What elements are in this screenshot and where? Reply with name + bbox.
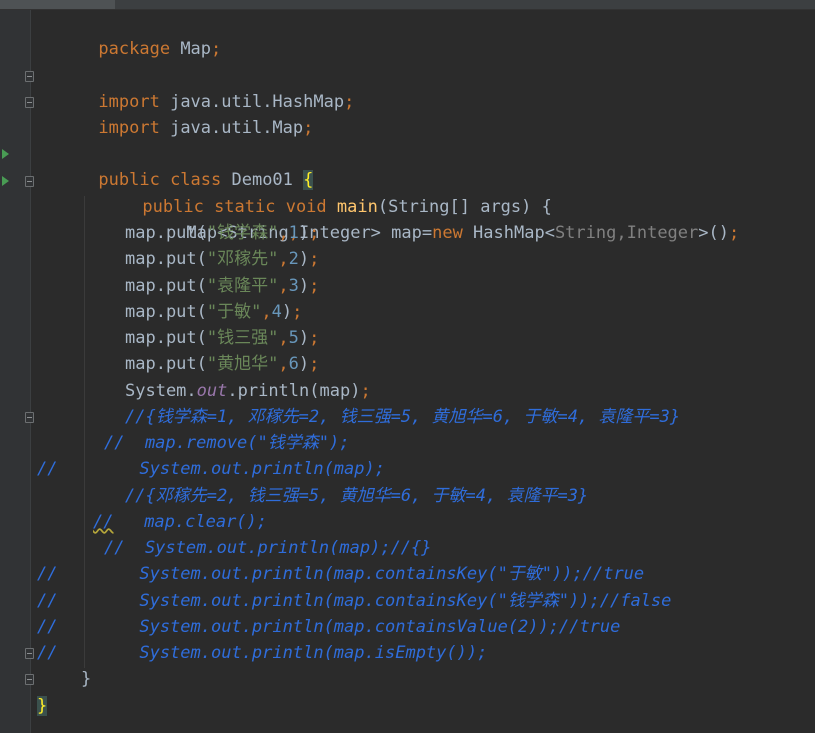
paren: ): [298, 223, 310, 243]
fold-marker-icon[interactable]: [25, 674, 34, 685]
code-line-import-map: import java.util.Map;: [0, 89, 815, 138]
run-main-icon[interactable]: [2, 176, 9, 186]
comment-text: // map.remove("钱学森");: [104, 433, 350, 453]
punctuation: ;: [309, 223, 320, 243]
string-literal: "袁隆平": [206, 276, 279, 296]
code-line-comment: // map.clear();: [0, 509, 815, 535]
fold-marker-icon[interactable]: [25, 412, 34, 423]
active-file-tab[interactable]: [0, 0, 115, 9]
identifier: java.util.Map: [159, 118, 304, 138]
method-call: map.put(: [125, 223, 207, 243]
editor-tab-bar: [0, 0, 815, 10]
code-line-main-method: public static void main(String[] args) {: [0, 168, 815, 217]
code-line-comment: //{钱学森=1, 邓稼先=2, 钱三强=5, 黄旭华=6, 于敏=4, 袁隆平…: [0, 404, 815, 430]
code-line-class-close: }: [0, 693, 815, 719]
keyword: import: [98, 118, 160, 138]
punctuation: ,: [278, 249, 289, 269]
keyword: package: [98, 39, 171, 59]
punctuation: ;: [360, 381, 371, 401]
code-line-import-hashmap: import java.util.HashMap;: [0, 63, 815, 112]
method-call: map.put(: [125, 249, 207, 269]
punctuation: ,: [278, 328, 289, 348]
number-literal: 1: [288, 223, 299, 243]
punctuation: ;: [211, 39, 222, 59]
punctuation: ,: [278, 276, 289, 296]
comment-text: // System.out.println(map.isEmpty());: [37, 643, 488, 663]
string-literal: "钱三强": [206, 328, 279, 348]
code-line-comment: // System.out.println(map.containsKey("钱…: [0, 588, 815, 614]
paren: ): [298, 354, 310, 374]
comment-text: map.clear();: [113, 512, 268, 532]
identifier: Map: [170, 39, 212, 59]
code-line-class-declaration: public class Demo01 {: [0, 141, 815, 190]
code-line-comment: //{邓稼先=2, 钱三强=5, 黄旭华=6, 于敏=4, 袁隆平=3}: [0, 483, 815, 509]
punctuation: ,: [261, 302, 272, 322]
fold-marker-icon[interactable]: [25, 176, 34, 187]
paren: ): [298, 328, 310, 348]
code-line-put: map.put("袁隆平",3);: [0, 273, 815, 299]
matched-brace: }: [37, 696, 48, 716]
fold-marker-icon[interactable]: [25, 71, 34, 82]
number-literal: 3: [288, 276, 299, 296]
fold-marker-icon[interactable]: [25, 648, 34, 659]
punctuation: ;: [309, 276, 320, 296]
code-line-comment: // System.out.println(map);: [0, 456, 815, 482]
class-ref: System.: [125, 381, 197, 401]
code-line-comment: // System.out.println(map.containsValue(…: [0, 614, 815, 640]
comment-text: // System.out.println(map);: [37, 459, 385, 479]
code-line-put: map.put("钱学森",1);: [0, 220, 815, 246]
code-line-method-close: }: [0, 666, 815, 692]
punctuation: ,: [278, 354, 289, 374]
code-line-package: package Map;: [0, 10, 815, 59]
code-line-put: map.put("黄旭华",6);: [0, 351, 815, 377]
static-field: out: [196, 381, 228, 401]
code-editor[interactable]: package Map; import java.util.HashMap; i…: [0, 0, 815, 733]
number-literal: 4: [271, 302, 282, 322]
punctuation: ;: [309, 328, 320, 348]
run-class-icon[interactable]: [2, 149, 9, 159]
code-line-comment: // System.out.println(map.isEmpty());: [0, 640, 815, 666]
string-literal: "黄旭华": [206, 354, 279, 374]
number-literal: 6: [288, 354, 299, 374]
number-literal: 2: [288, 249, 299, 269]
code-line-put: map.put("钱三强",5);: [0, 325, 815, 351]
code-line-comment: // map.remove("钱学森");: [0, 430, 815, 456]
comment-text: //{邓稼先=2, 钱三强=5, 黄旭华=6, 于敏=4, 袁隆平=3}: [125, 486, 589, 506]
paren: ): [298, 249, 310, 269]
punctuation: ;: [303, 118, 314, 138]
string-literal: "邓稼先": [206, 249, 279, 269]
punctuation: ,: [278, 223, 289, 243]
comment-text: // System.out.println(map);//{}: [104, 538, 432, 558]
string-literal: "于敏": [206, 302, 262, 322]
method-call: .println(map): [227, 381, 361, 401]
comment-text: //{钱学森=1, 邓稼先=2, 钱三强=5, 黄旭华=6, 于敏=4, 袁隆平…: [125, 407, 681, 427]
string-literal: "钱学森": [206, 223, 279, 243]
code-line-comment: // System.out.println(map.containsKey("于…: [0, 561, 815, 587]
punctuation: ;: [309, 249, 320, 269]
comment-text: // System.out.println(map.containsKey("于…: [37, 564, 645, 584]
code-line-comment: // System.out.println(map);//{}: [0, 535, 815, 561]
comment-text: // System.out.println(map.containsKey("钱…: [37, 591, 672, 611]
paren: ): [281, 302, 293, 322]
method-call: map.put(: [125, 276, 207, 296]
method-call: map.put(: [125, 328, 207, 348]
code-line-println: System.out.println(map);: [0, 378, 815, 404]
fold-marker-icon[interactable]: [25, 97, 34, 108]
method-call: map.put(: [125, 302, 207, 322]
code-line-map-declaration: Map<String,Integer> map=new HashMap<Stri…: [0, 194, 815, 243]
code-line-put: map.put("邓稼先",2);: [0, 246, 815, 272]
closing-brace: }: [81, 669, 92, 689]
punctuation: ;: [292, 302, 303, 322]
method-call: map.put(: [125, 354, 207, 374]
comment-text: // System.out.println(map.containsValue(…: [37, 617, 621, 637]
comment-marker-warning: //: [93, 512, 114, 532]
paren: ): [298, 276, 310, 296]
number-literal: 5: [288, 328, 299, 348]
code-line-put: map.put("于敏",4);: [0, 299, 815, 325]
punctuation: ;: [309, 354, 320, 374]
